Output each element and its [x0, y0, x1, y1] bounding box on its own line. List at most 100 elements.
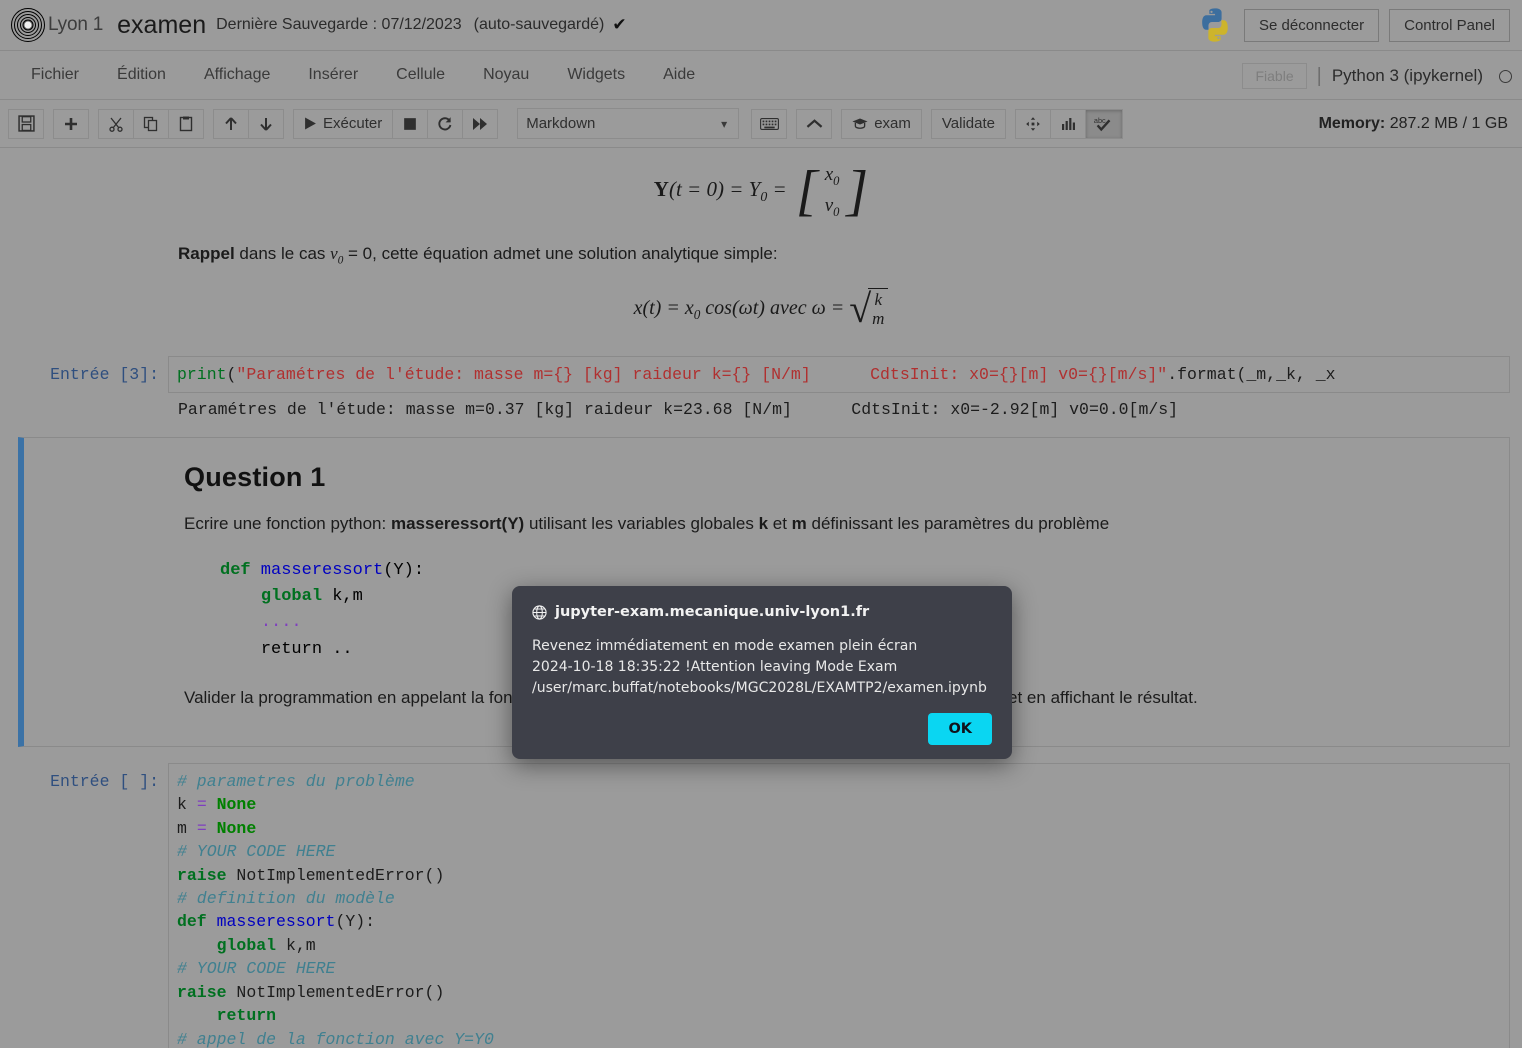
code-cell-3[interactable]: Entrée [3]: print("Paramétres de l'étude…: [0, 356, 1522, 393]
code-tail: .format(_m,_k, _x: [1167, 365, 1335, 384]
code-string: "Paramétres de l'étude: masse m={} [kg] …: [236, 365, 1167, 384]
toolbar-group-collapse: [796, 109, 831, 139]
kernel-name-label: Python 3 (ipykernel): [1332, 66, 1483, 86]
memory-indicator: Memory: 287.2 MB / 1 GB: [1319, 115, 1508, 133]
divider: |: [1317, 65, 1322, 88]
line-1-var: k: [177, 795, 197, 814]
lyon1-rings-icon: [10, 7, 46, 43]
line-3: # YOUR CODE HERE: [177, 842, 335, 861]
insert-cell-button[interactable]: [53, 109, 89, 139]
eq1-equals: =: [767, 177, 792, 201]
bracket-left-icon: [: [796, 174, 818, 209]
equation-initial-conditions: Y(t = 0) = Y0 = [x0v0]: [0, 160, 1522, 222]
dialog-ok-button[interactable]: OK: [928, 713, 992, 745]
save-button[interactable]: [8, 109, 44, 139]
bracket-right-icon: ]: [846, 174, 868, 209]
svg-text:abc: abc: [1094, 116, 1106, 125]
move-arrows-icon: [1025, 116, 1041, 132]
last-save-info: Dernière Sauvegarde : 07/12/2023: [216, 16, 462, 34]
restart-kernel-button[interactable]: [427, 109, 463, 139]
check-icon: ✔: [612, 15, 626, 35]
eq2-fraction: km: [868, 288, 888, 329]
equation-analytic-solution: x(t) = x0 cos(ωt) avec ω = √km: [0, 289, 1522, 330]
menu-item-fichier[interactable]: Fichier: [12, 58, 98, 92]
menu-item-inserer[interactable]: Insérer: [289, 58, 377, 92]
interrupt-kernel-button[interactable]: [392, 109, 428, 139]
plus-icon: [63, 116, 79, 132]
keyboard-icon: [760, 117, 779, 131]
menu-item-noyau[interactable]: Noyau: [464, 58, 548, 92]
bar-chart-icon: [1060, 116, 1076, 132]
rappel-bold: Rappel: [178, 244, 235, 263]
memory-value: 287.2 MB / 1 GB: [1390, 115, 1508, 132]
snippet-dots: ....: [261, 613, 302, 632]
eq1-row2-sub: 0: [833, 205, 839, 219]
rappel-paragraph: Rappel dans le cas v0 = 0, cette équatio…: [178, 244, 1522, 266]
menu-item-widgets[interactable]: Widgets: [548, 58, 644, 92]
logout-button[interactable]: Se déconnecter: [1244, 9, 1379, 42]
browser-alert-dialog[interactable]: jupyter-exam.mecanique.univ-lyon1.fr Rev…: [512, 586, 1012, 759]
q1-fn-name: masseressort(Y): [391, 514, 524, 533]
exam-mode-button[interactable]: exam: [841, 109, 922, 139]
save-icon: [18, 115, 35, 132]
plot-button[interactable]: [1050, 109, 1086, 139]
eq1-paren: (t = 0) =: [669, 177, 749, 201]
snippet-def: def: [220, 561, 251, 580]
menubar-status-area: Fiable | Python 3 (ipykernel): [1242, 51, 1512, 101]
line-8: # YOUR CODE HERE: [177, 959, 335, 978]
eq1-matrix: [x0v0]: [796, 160, 868, 222]
graduation-cap-icon: [852, 117, 868, 131]
q1-text-b: utilisant les variables globales: [524, 514, 758, 533]
spellcheck-button[interactable]: abc: [1085, 109, 1123, 139]
scissors-icon: [108, 116, 124, 132]
lyon1-logo[interactable]: Lyon 1: [10, 7, 103, 43]
code-cell-empty[interactable]: Entrée [ ]: # parametres du problème k =…: [0, 763, 1522, 1048]
notebook-area[interactable]: Y(t = 0) = Y0 = [x0v0] Rappel dans le ca…: [0, 148, 1522, 1048]
restart-icon: [437, 116, 453, 132]
move-cell-up-button[interactable]: [213, 109, 249, 139]
move-cell-down-button[interactable]: [248, 109, 284, 139]
rappel-var: v: [330, 244, 338, 263]
code-paren: (: [227, 365, 237, 384]
cell-input-empty[interactable]: # parametres du problème k = None m = No…: [168, 763, 1510, 1048]
line-5: # definition du modèle: [177, 889, 395, 908]
exam-mode-label: exam: [874, 115, 911, 132]
cut-button[interactable]: [98, 109, 134, 139]
move-cells-button[interactable]: [1015, 109, 1051, 139]
toolbar-group-validate: Validate: [931, 109, 1005, 139]
q2-text-b: et en affichant le résultat.: [1003, 688, 1197, 707]
collapse-button[interactable]: [796, 109, 832, 139]
lyon1-logo-label: Lyon 1: [48, 14, 103, 36]
fast-forward-icon: [472, 116, 488, 132]
code-fn-print: print: [177, 365, 227, 384]
cell-type-select[interactable]: Markdown: [517, 108, 739, 139]
arrow-up-icon: [223, 116, 239, 132]
memory-label: Memory:: [1319, 115, 1386, 132]
control-panel-button[interactable]: Control Panel: [1389, 9, 1510, 42]
arrow-down-icon: [258, 116, 274, 132]
run-cell-button[interactable]: Exécuter: [293, 109, 393, 139]
snippet-args: (Y):: [383, 561, 424, 580]
trusted-badge[interactable]: Fiable: [1242, 63, 1306, 89]
cell-input-3[interactable]: print("Paramétres de l'étude: masse m={}…: [168, 356, 1510, 393]
menu-item-aide[interactable]: Aide: [644, 58, 714, 92]
notebook-title[interactable]: examen: [117, 11, 206, 40]
eq2-mid: cos(ωt) avec ω =: [700, 297, 849, 319]
paste-button[interactable]: [168, 109, 204, 139]
menu-item-affichage[interactable]: Affichage: [185, 58, 289, 92]
toolbar-group-exam: exam: [841, 109, 921, 139]
cell-prompt-empty: Entrée [ ]:: [0, 763, 168, 1048]
keyboard-shortcuts-button[interactable]: [751, 109, 787, 139]
toolbar-group-run: Exécuter: [293, 109, 497, 139]
toolbar-group-insert: [53, 109, 88, 139]
toolbar-group-save: [8, 109, 43, 139]
menu-item-edition[interactable]: Édition: [98, 58, 185, 92]
copy-button[interactable]: [133, 109, 169, 139]
snippet-fn-name: masseressort: [251, 561, 384, 580]
cell-output-3: Paramétres de l'étude: masse m=0.37 [kg]…: [176, 393, 1510, 423]
dialog-origin: jupyter-exam.mecanique.univ-lyon1.fr: [555, 604, 869, 620]
snippet-global: global: [261, 587, 322, 606]
restart-run-all-button[interactable]: [462, 109, 498, 139]
menu-item-cellule[interactable]: Cellule: [377, 58, 464, 92]
validate-button[interactable]: Validate: [931, 109, 1006, 139]
